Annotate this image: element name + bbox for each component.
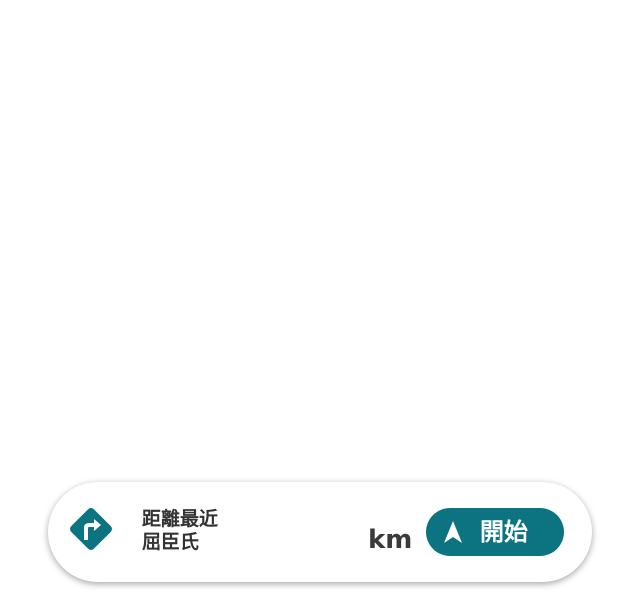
start-navigation-button[interactable]: 開始: [426, 508, 564, 556]
distance-unit: km: [368, 525, 413, 555]
destination-text: 距離最近 屈臣氏: [142, 508, 218, 554]
navigation-card: 距離最近 屈臣氏 km 開始: [48, 482, 592, 582]
turn-right-sign-icon: [70, 508, 112, 550]
destination-line-1: 距離最近: [142, 508, 219, 530]
navigation-arrow-icon: [444, 521, 462, 543]
destination-line-2: 屈臣氏: [142, 531, 200, 553]
map-area: 距離最近 屈臣氏 km 開始: [0, 0, 640, 600]
start-button-label: 開始: [480, 518, 528, 546]
